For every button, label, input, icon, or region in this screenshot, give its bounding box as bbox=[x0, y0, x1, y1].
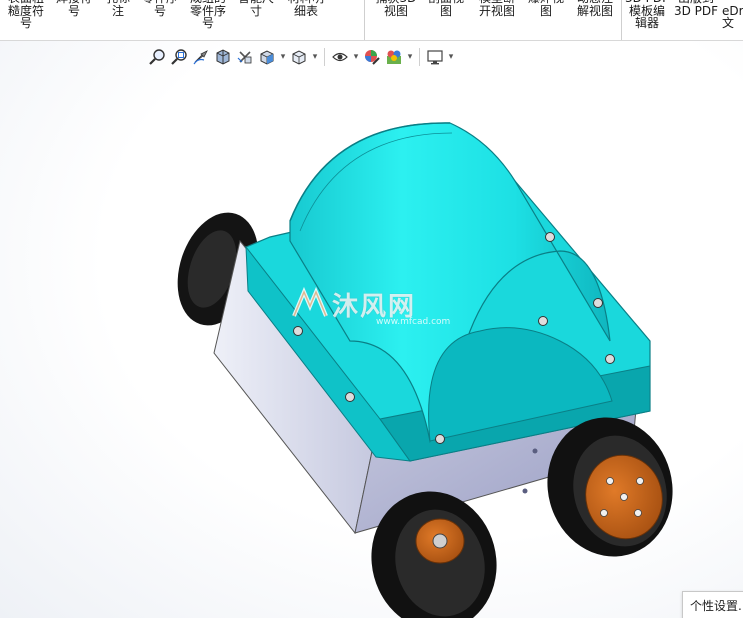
robot-cart-model[interactable] bbox=[0, 41, 743, 618]
section-view-button[interactable]: 剖面视 图 bbox=[424, 0, 468, 17]
model-break-view-button[interactable]: 模型断 开视图 bbox=[472, 0, 522, 17]
ribbon-separator bbox=[364, 0, 365, 40]
smart-dimension-button[interactable]: 智能尺 寸 bbox=[234, 0, 278, 17]
graphics-area[interactable]: ▾ ▾ ▾ ▾ ▾ 沐风网 www.mfcad.com 个性设置. bbox=[0, 41, 743, 618]
publish-edrawings-button[interactable]: eDr 文 bbox=[722, 0, 743, 30]
ribbon-separator bbox=[621, 0, 622, 40]
balloon-button[interactable]: 零件序 号 bbox=[138, 0, 182, 17]
bill-of-materials-button[interactable]: 材料明 细表 bbox=[284, 0, 328, 17]
3d-pdf-template-editor-button[interactable]: 3D PDF 模板编 辑器 bbox=[624, 0, 670, 30]
dynamic-annotation-view-button[interactable]: 动态注 解视图 bbox=[572, 0, 618, 17]
publish-to-3d-pdf-button[interactable]: 出版到 3D PDF bbox=[673, 0, 719, 17]
weld-symbol-button[interactable]: 焊接符 号 bbox=[52, 0, 96, 17]
hole-callout-button[interactable]: 孔标 注 bbox=[100, 0, 136, 17]
command-manager-ribbon: 表面粗 糙度符 号 焊接符 号 孔标 注 零件序 号 成组的 零件序 号 智能尺… bbox=[0, 0, 743, 41]
capture-3d-view-button[interactable]: 捕获3D 视图 bbox=[372, 0, 420, 17]
mount-hole bbox=[522, 488, 528, 494]
exploded-view-button[interactable]: 爆炸视 图 bbox=[524, 0, 568, 17]
mount-hole bbox=[532, 448, 538, 454]
stacked-balloon-button[interactable]: 成组的 零件序 号 bbox=[186, 0, 230, 30]
personalize-tooltip[interactable]: 个性设置... bbox=[682, 591, 743, 618]
surface-finish-button[interactable]: 表面粗 糙度符 号 bbox=[4, 0, 48, 30]
